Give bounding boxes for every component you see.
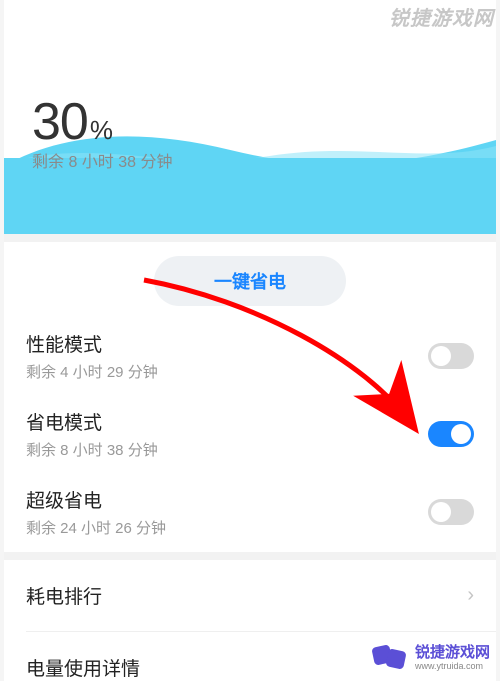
super-save-mode-title: 超级省电 (26, 486, 166, 513)
one-tap-save-button[interactable]: 一键省电 (154, 256, 346, 306)
power-save-mode-row: 省电模式 剩余 8 小时 38 分钟 (4, 396, 496, 474)
watermark-top: 锐捷游戏网 (389, 2, 494, 31)
power-usage-details-label: 电量使用详情 (26, 654, 140, 681)
watermark-brand-en: www.ytruida.com (415, 662, 490, 671)
performance-mode-row: 性能模式 剩余 4 小时 29 分钟 (4, 318, 496, 396)
battery-remaining-label: 剩余 8 小时 38 分钟 (32, 148, 172, 172)
performance-mode-title: 性能模式 (26, 330, 158, 357)
battery-percent-symbol: % (90, 115, 113, 145)
section-gap (4, 552, 496, 560)
power-save-mode-title: 省电模式 (26, 408, 158, 435)
chevron-right-icon: › (467, 584, 474, 607)
super-save-mode-subtitle: 剩余 24 小时 26 分钟 (26, 517, 166, 538)
performance-mode-subtitle: 剩余 4 小时 29 分钟 (26, 361, 158, 382)
battery-percent: 30% (32, 92, 113, 152)
watermark-bottom: 锐捷游戏网 www.ytruida.com (373, 645, 490, 671)
super-save-mode-row: 超级省电 剩余 24 小时 26 分钟 (4, 474, 496, 552)
super-save-mode-toggle[interactable] (428, 499, 474, 525)
battery-hero: 30% 剩余 8 小时 38 分钟 (4, 0, 496, 234)
battery-percent-number: 30 (32, 93, 88, 151)
watermark-logo-icon (373, 646, 409, 670)
power-save-mode-toggle[interactable] (428, 421, 474, 447)
power-ranking-label: 耗电排行 (26, 582, 102, 609)
watermark-brand-cn: 锐捷游戏网 (415, 645, 490, 660)
power-ranking-row[interactable]: 耗电排行 › (4, 560, 496, 631)
section-gap (4, 234, 496, 242)
performance-mode-toggle[interactable] (428, 343, 474, 369)
power-save-mode-subtitle: 剩余 8 小时 38 分钟 (26, 439, 158, 460)
